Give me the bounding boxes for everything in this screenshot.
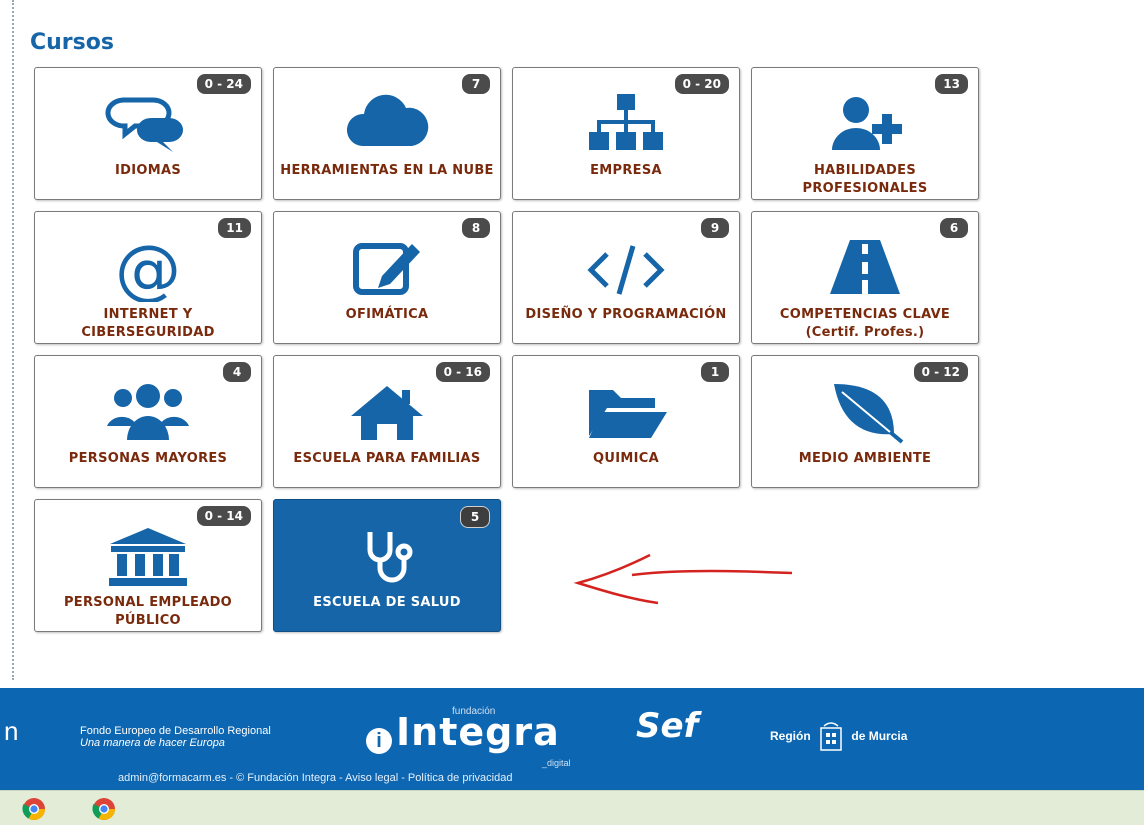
region-left-text: Región xyxy=(770,729,811,744)
edit-icon xyxy=(342,232,432,302)
feder-line1: Fondo Europeo de Desarrollo Regional xyxy=(80,725,271,737)
course-tile-escuela-salud[interactable]: 5 ESCUELA DE SALUD xyxy=(273,499,501,632)
course-label: HERRAMIENTAS EN LA NUBE xyxy=(280,163,494,178)
user-plus-icon xyxy=(820,88,910,158)
course-count-badge: 8 xyxy=(462,218,490,238)
home-icon xyxy=(342,376,432,446)
crest-icon xyxy=(818,722,844,752)
course-count-badge: 5 xyxy=(460,506,490,528)
road-icon xyxy=(820,232,910,302)
course-tile-internet[interactable]: 11 @ INTERNET Y CIBERSEGURIDAD xyxy=(34,211,262,344)
course-count-badge: 7 xyxy=(462,74,490,94)
red-arrow-annotation xyxy=(573,553,793,605)
course-label: COMPETENCIAS CLAVE (Certif. Profes.) xyxy=(779,307,951,340)
integra-small-text: fundación xyxy=(452,706,496,717)
course-label: DISEÑO Y PROGRAMACIÓN xyxy=(525,307,727,322)
cloud-icon xyxy=(342,88,432,158)
institution-icon xyxy=(103,520,193,590)
course-label: EMPRESA xyxy=(590,163,662,178)
course-tile-habilidades[interactable]: 13 HABILIDADES PROFESIONALES xyxy=(751,67,979,200)
sef-name: Sef xyxy=(636,706,699,746)
sitemap-icon xyxy=(581,88,671,158)
course-tile-quimica[interactable]: 1 QUIMICA xyxy=(512,355,740,488)
course-count-badge: 6 xyxy=(940,218,968,238)
course-tile-idiomas[interactable]: 0 - 24 IDIOMAS xyxy=(34,67,262,200)
section-title: Cursos xyxy=(30,30,114,55)
course-count-badge: 11 xyxy=(218,218,251,238)
region-right-text: de Murcia xyxy=(851,729,908,744)
footer-links[interactable]: admin@formacarm.es - © Fundación Integra… xyxy=(118,772,512,784)
course-label: ESCUELA DE SALUD xyxy=(313,595,461,610)
integra-sub-text: _digital xyxy=(542,758,571,768)
course-count-badge: 0 - 20 xyxy=(674,74,729,94)
course-tile-diseno[interactable]: 9 DISEÑO Y PROGRAMACIÓN xyxy=(512,211,740,344)
course-tile-competencias[interactable]: 6 COMPETENCIAS CLAVE (Certif. Profes.) xyxy=(751,211,979,344)
course-count-badge: 0 - 12 xyxy=(913,362,968,382)
course-label: PERSONAS MAYORES xyxy=(68,451,228,466)
footer-partial-text: n xyxy=(4,716,19,746)
svg-text:@: @ xyxy=(115,232,181,302)
course-count-badge: 4 xyxy=(223,362,251,382)
course-tile-personas-mayores[interactable]: 4 PERSONAS MAYORES xyxy=(34,355,262,488)
course-tile-ofimatica[interactable]: 8 OFIMÁTICA xyxy=(273,211,501,344)
course-label: MEDIO AMBIENTE xyxy=(798,451,932,466)
stethoscope-icon xyxy=(342,520,432,590)
chrome-taskbar-icon[interactable] xyxy=(92,797,116,821)
region-murcia-logo[interactable]: Región de Murcia xyxy=(770,722,907,752)
course-label: INTERNET Y CIBERSEGURIDAD xyxy=(81,307,215,340)
taskbar xyxy=(0,790,1144,825)
course-tile-herramientas-nube[interactable]: 7 HERRAMIENTAS EN LA NUBE xyxy=(273,67,501,200)
course-tile-personal-empleado[interactable]: 0 - 14 PERSONAL EMPLEADO PÚBLICO xyxy=(34,499,262,632)
integra-info-icon: i xyxy=(366,727,392,754)
at-sign-icon: @ xyxy=(103,231,193,308)
course-count-badge: 1 xyxy=(701,362,729,382)
course-tile-empresa[interactable]: 0 - 20 EMPRESA xyxy=(512,67,740,200)
integra-logo[interactable]: fundación i Integra _digital xyxy=(366,706,571,768)
course-label: HABILIDADES PROFESIONALES xyxy=(802,163,928,196)
feder-logo[interactable]: Fondo Europeo de Desarrollo Regional Una… xyxy=(80,725,271,749)
code-icon xyxy=(581,232,671,302)
course-count-badge: 0 - 14 xyxy=(196,506,251,526)
sef-logo[interactable]: Sef xyxy=(636,706,698,746)
course-count-badge: 13 xyxy=(935,74,968,94)
course-tile-escuela-familias[interactable]: 0 - 16 ESCUELA PARA FAMILIAS xyxy=(273,355,501,488)
course-tile-medio-ambiente[interactable]: 0 - 12 MEDIO AMBIENTE xyxy=(751,355,979,488)
folder-open-icon xyxy=(581,376,671,446)
course-label: QUIMICA xyxy=(593,451,659,466)
course-count-badge: 0 - 24 xyxy=(196,74,251,94)
leaf-icon xyxy=(820,376,910,446)
chat-bubbles-icon xyxy=(103,88,193,158)
site-footer: n Fondo Europeo de Desarrollo Regional U… xyxy=(0,688,1144,790)
course-label: PERSONAL EMPLEADO PÚBLICO xyxy=(63,595,233,628)
course-count-badge: 0 - 16 xyxy=(435,362,490,382)
users-icon xyxy=(103,376,193,446)
course-label: IDIOMAS xyxy=(115,163,181,178)
course-count-badge: 9 xyxy=(701,218,729,238)
feder-line2: Una manera de hacer Europa xyxy=(80,737,225,749)
course-grid: 0 - 24 IDIOMAS 7 HERRAMIENTAS EN LA NUBE… xyxy=(34,67,979,632)
course-label: ESCUELA PARA FAMILIAS xyxy=(293,451,481,466)
course-label: OFIMÁTICA xyxy=(345,307,429,322)
chrome-taskbar-icon[interactable] xyxy=(22,797,46,821)
